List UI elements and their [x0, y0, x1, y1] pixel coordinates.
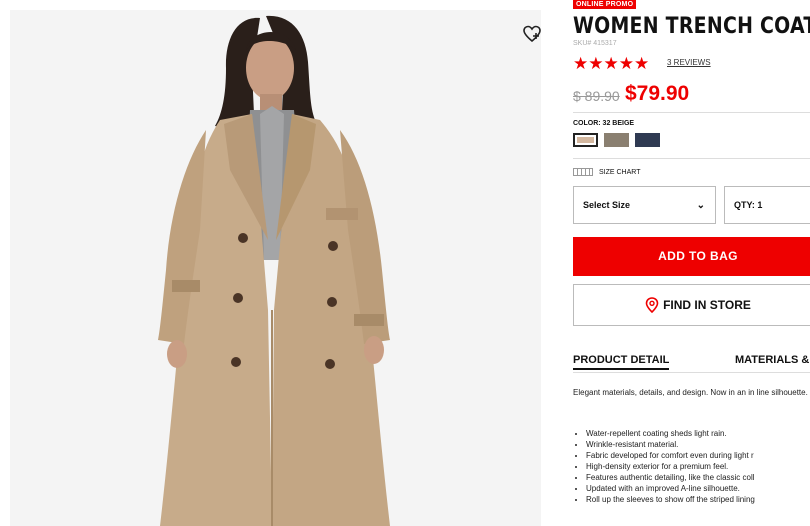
size-select-label: Select Size — [583, 200, 631, 210]
list-item: Wrinkle-resistant material. — [586, 439, 755, 450]
list-item: High-density exterior for a premium feel… — [586, 461, 755, 472]
sale-price: $79.90 — [625, 82, 690, 105]
rating-stars-icon: ★★★★★ — [573, 54, 650, 73]
size-chart-link[interactable]: SIZE CHART — [573, 168, 641, 176]
reviews-link[interactable]: 3 REVIEWS — [667, 58, 711, 67]
list-item: Water-repellent coating sheds light rain… — [586, 428, 755, 439]
tab-product-detail[interactable]: PRODUCT DETAIL — [573, 354, 670, 370]
feature-list: Water-repellent coating sheds light rain… — [573, 428, 755, 505]
qty-label: QTY: 1 — [734, 200, 763, 210]
product-description: Elegant materials, details, and design. … — [573, 388, 808, 397]
ruler-icon — [573, 168, 593, 176]
swatch-beige[interactable] — [573, 133, 598, 147]
find-in-store-button[interactable]: FIND IN STORE — [573, 284, 810, 326]
chevron-down-icon: ⌄ — [696, 200, 705, 211]
divider — [573, 158, 810, 159]
location-pin-icon — [645, 297, 659, 313]
size-select[interactable]: Select Size ⌄ — [573, 186, 716, 224]
wishlist-heart-icon[interactable] — [522, 24, 541, 44]
product-photo — [158, 15, 390, 526]
color-label: COLOR: 32 BEIGE — [573, 120, 635, 127]
list-item: Fabric developed for comfort even during… — [586, 450, 755, 461]
list-item: Roll up the sleeves to show off the stri… — [586, 494, 755, 505]
product-title: WOMEN TRENCH COAT — [573, 14, 810, 39]
quantity-select[interactable]: QTY: 1 — [724, 186, 810, 224]
find-in-store-label: FIND IN STORE — [663, 298, 751, 312]
add-to-bag-button[interactable]: ADD TO BAG — [573, 237, 810, 276]
tab-materials[interactable]: MATERIALS & — [735, 354, 809, 366]
promo-badge: ONLINE PROMO — [573, 0, 637, 9]
divider — [573, 372, 810, 373]
list-item: Features authentic detailing, like the c… — [586, 472, 755, 483]
product-sku: SKU# 415317 — [573, 40, 617, 47]
list-item: Updated with an improved A-line silhouet… — [586, 483, 755, 494]
product-image-gallery — [10, 10, 541, 526]
divider — [573, 112, 810, 113]
size-chart-label: SIZE CHART — [599, 168, 641, 176]
original-price: $ 89.90 — [573, 88, 620, 104]
swatch-gray-brown[interactable] — [604, 133, 629, 147]
swatch-navy[interactable] — [635, 133, 660, 147]
